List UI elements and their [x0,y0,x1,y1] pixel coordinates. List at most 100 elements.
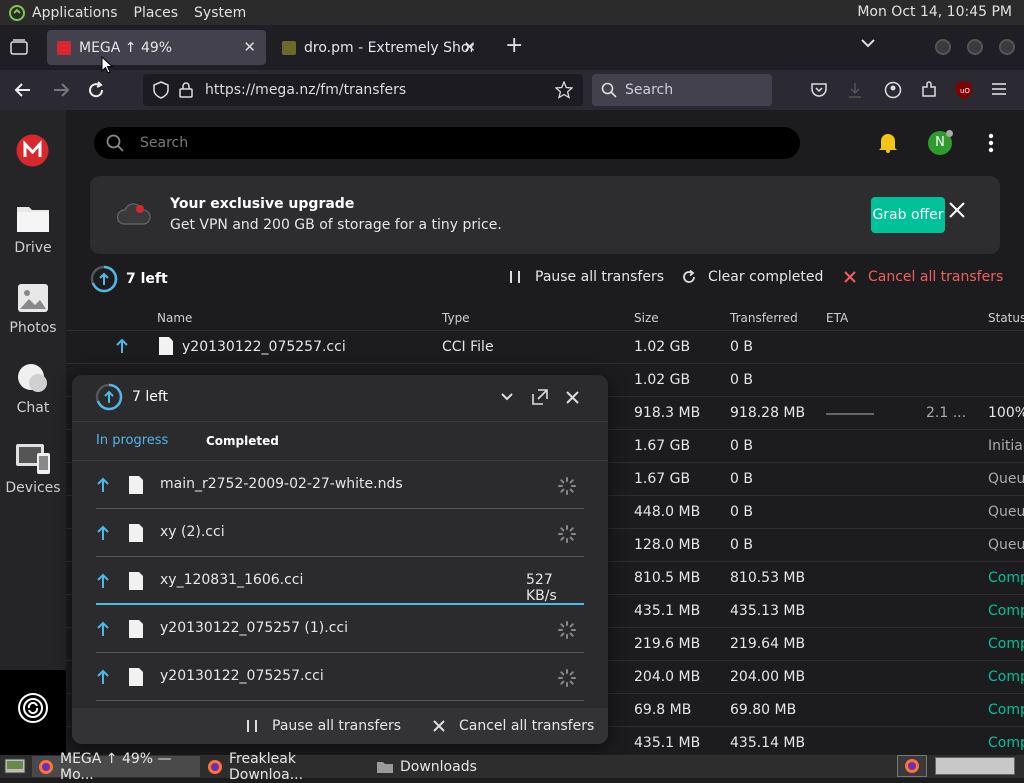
os-menu-places[interactable]: Places [134,5,179,21]
mega-search-input[interactable]: Search [94,127,800,159]
os-logo-icon[interactable] [8,4,26,22]
cancel-x-icon [433,720,445,732]
row-transferred: 69.80 MB [730,702,797,718]
column-header-size[interactable]: Size [634,311,659,325]
forward-icon[interactable] [52,81,70,99]
column-header-status[interactable]: Status [988,311,1024,325]
cancel-all-transfers-button[interactable]: Cancel all transfers [433,718,594,734]
notifications-bell-icon[interactable] [877,131,899,153]
row-transferred: 204.00 MB [730,669,806,685]
clear-completed-button[interactable]: Clear completed [682,269,823,285]
upload-arrow-icon [97,525,109,541]
pause-icon [246,719,258,733]
item-name: y20130122_075257 (1).cci [160,620,349,636]
list-item[interactable]: y20130122_075257.cci [96,653,584,701]
close-tab-icon[interactable]: ✕ [243,38,256,56]
list-item[interactable]: main_r2752-2009-02-27-white.nds [96,461,584,509]
row-size: 918.3 MB [634,405,701,421]
promo-title: Your exclusive upgrade [170,196,355,212]
sidebar-item-devices[interactable]: Devices [0,443,66,496]
sidebar-item-photos[interactable]: Photos [0,283,66,336]
pause-all-transfers-button[interactable]: Pause all transfers [509,269,664,285]
hamburger-menu-icon[interactable] [991,82,1007,96]
account-icon[interactable] [884,81,902,99]
ublock-icon[interactable]: uO [955,80,973,100]
tracking-shield-icon[interactable] [153,81,169,99]
column-header-transferred[interactable]: Transferred [730,311,798,325]
new-tab-icon[interactable]: + [505,33,523,58]
tab-in-progress[interactable]: In progress [96,433,168,448]
sync-icon[interactable] [17,692,49,724]
row-size: 435.1 MB [634,735,701,751]
tab-overflow-chevron-icon[interactable] [860,37,876,49]
tab-completed[interactable]: Completed [206,434,279,448]
row-status: Queu [988,504,1024,520]
workspace-switcher[interactable] [935,757,1015,775]
sidebar-item-chat[interactable]: Chat [0,363,66,416]
tab-dropm[interactable]: dro.pm - Extremely Short Li ✕ [272,30,486,65]
taskbar-item-mega[interactable]: MEGA ↑ 49% — Mo... [32,751,200,783]
pocket-icon[interactable] [811,82,827,98]
expand-icon[interactable] [532,389,548,405]
url-bar[interactable]: https://mega.nz/fm/transfers [143,74,583,106]
back-icon[interactable] [14,81,32,99]
row-size: 219.6 MB [634,636,701,652]
tab-list-icon[interactable] [10,39,28,55]
window-close-icon[interactable] [999,39,1015,55]
tab-mega[interactable]: MEGA ↑ 49% ✕ [47,30,266,65]
reload-icon[interactable] [87,81,105,99]
pause-all-transfers-button[interactable]: Pause all transfers [246,718,401,734]
sidebar-item-label: Photos [9,320,57,336]
taskbar-item-downloads[interactable]: Downloads [370,756,538,777]
close-tab-icon[interactable]: ✕ [463,38,476,56]
file-icon [158,336,174,356]
extensions-icon[interactable] [920,81,938,99]
lock-icon[interactable] [179,82,193,98]
cancel-x-icon [844,271,856,283]
row-size: 69.8 MB [634,702,692,718]
os-clock[interactable]: Mon Oct 14, 10:45 PM [857,4,1012,20]
row-transferred: 0 B [730,471,753,487]
workspace-firefox-icon[interactable] [897,755,927,777]
downloads-icon[interactable] [847,82,863,98]
column-header-eta[interactable]: ETA [826,311,848,325]
row-size: 1.02 GB [634,372,691,388]
taskbar-item-label: Downloads [400,758,477,775]
transfers-left-count: 7 left [126,271,168,287]
column-header-name[interactable]: Name [157,311,192,325]
list-item[interactable]: y20130122_075257 (1).cci [96,605,584,653]
sidebar-item-label: Devices [5,480,61,496]
table-row[interactable]: y20130122_075257.cci CCI File 1.02 GB 0 … [66,331,1024,364]
close-icon[interactable] [566,391,579,404]
bookmark-star-icon[interactable] [555,81,573,99]
row-size: 435.1 MB [634,603,701,619]
mega-logo-icon[interactable] [16,134,49,167]
close-icon[interactable] [949,202,965,218]
grab-offer-button[interactable]: Grab offer [871,197,945,233]
show-desktop-icon[interactable] [4,758,26,774]
cancel-all-transfers-button[interactable]: Cancel all transfers [844,269,1003,285]
collapse-chevron-icon[interactable] [500,392,514,402]
more-options-icon[interactable] [988,133,994,153]
os-menu-applications[interactable]: Applications [32,5,118,21]
window-maximize-icon[interactable] [967,39,983,55]
url-text[interactable]: https://mega.nz/fm/transfers [205,82,406,98]
spinner-icon [558,477,576,495]
sidebar-item-drive[interactable]: Drive [0,203,66,256]
file-icon [128,619,144,639]
window-minimize-icon[interactable] [935,39,951,55]
file-icon [128,571,144,591]
list-item[interactable]: xy (2).cci [96,509,584,557]
taskbar-item-freakleak[interactable]: Freakleak Downloa... [201,751,369,783]
popup-tabs: In progress Completed [72,422,608,461]
row-status: Comp [988,702,1024,718]
cancel-all-label: Cancel all transfers [459,718,595,734]
list-item[interactable]: xy_120831_1606.cci 527 KB/s [96,557,584,605]
browser-search-field[interactable]: Search [592,74,772,106]
column-header-type[interactable]: Type [442,311,470,325]
row-status: Comp [988,570,1024,586]
row-transferred: 0 B [730,537,753,553]
os-menu-system[interactable]: System [194,5,246,21]
row-status: Comp [988,636,1024,652]
promo-banner: Your exclusive upgrade Get VPN and 200 G… [90,176,1000,254]
